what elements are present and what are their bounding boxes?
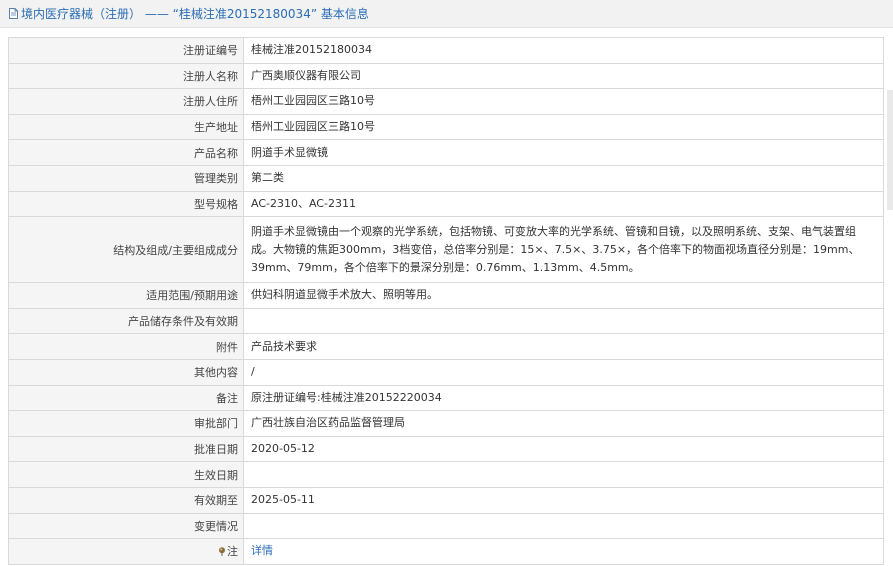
table-row: 管理类别 第二类: [8, 164, 884, 192]
table-row: 注册证编号 桂械注准20152180034: [8, 37, 884, 64]
row-value: 阴道手术显微镜: [243, 139, 884, 166]
row-label: 适用范围/预期用途: [8, 282, 244, 309]
row-label: 有效期至: [8, 486, 244, 514]
page-title: 境内医疗器械（注册） —— “桂械注准20152180034” 基本信息: [21, 7, 369, 21]
row-value: [243, 307, 884, 335]
row-label: 管理类别: [8, 164, 244, 192]
note-label-cell: 注: [8, 538, 244, 565]
row-value: [243, 461, 884, 488]
note-label: 注: [227, 545, 238, 559]
row-value: 阴道手术显微镜由一个观察的光学系统，包括物镜、可变放大率的光学系统、管镜和目镜，…: [243, 216, 884, 284]
row-value: 原注册证编号:桂械注准20152220034: [243, 384, 884, 412]
table-row: 注册人住所 梧州工业园园区三路10号: [8, 88, 884, 115]
row-label: 注册证编号: [8, 37, 244, 64]
table-row: 附件 产品技术要求: [8, 333, 884, 360]
table-row: 批准日期 2020-05-12: [8, 435, 884, 463]
row-label: 型号规格: [8, 190, 244, 218]
table-row: 其他内容 /: [8, 358, 884, 386]
table-row: 注册人名称 广西奥顺仪器有限公司: [8, 62, 884, 90]
row-value: AC-2310、AC-2311: [243, 190, 884, 218]
table-row: 结构及组成/主要组成成分 阴道手术显微镜由一个观察的光学系统，包括物镜、可变放大…: [8, 216, 884, 284]
note-value-cell: 详情: [243, 538, 884, 565]
table-row: 生产地址 梧州工业园园区三路10号: [8, 113, 884, 141]
table-row: 审批部门 广西壮族自治区药品监督管理局: [8, 410, 884, 437]
row-label: 批准日期: [8, 435, 244, 463]
row-label: 结构及组成/主要组成成分: [8, 216, 244, 284]
row-value: [243, 512, 884, 540]
table-row: 产品储存条件及有效期: [8, 307, 884, 335]
scrollbar[interactable]: [887, 90, 893, 210]
row-label: 变更情况: [8, 512, 244, 540]
document-icon: [9, 8, 18, 19]
table-row: 生效日期: [8, 461, 884, 488]
pin-icon: [219, 547, 225, 557]
row-label: 生产地址: [8, 113, 244, 141]
info-table-container: 注册证编号 桂械注准20152180034 注册人名称 广西奥顺仪器有限公司 注…: [8, 37, 884, 565]
row-label: 注册人名称: [8, 62, 244, 90]
info-table: 注册证编号 桂械注准20152180034 注册人名称 广西奥顺仪器有限公司 注…: [8, 37, 884, 565]
row-value: 梧州工业园园区三路10号: [243, 88, 884, 115]
row-label: 附件: [8, 333, 244, 360]
row-value: 广西奥顺仪器有限公司: [243, 62, 884, 90]
row-label: 备注: [8, 384, 244, 412]
row-label: 注册人住所: [8, 88, 244, 115]
table-row: 产品名称 阴道手术显微镜: [8, 139, 884, 166]
row-value: 梧州工业园园区三路10号: [243, 113, 884, 141]
table-row: 变更情况: [8, 512, 884, 540]
table-row: 型号规格 AC-2310、AC-2311: [8, 190, 884, 218]
page-header: 境内医疗器械（注册） —— “桂械注准20152180034” 基本信息: [0, 0, 893, 28]
row-label: 生效日期: [8, 461, 244, 488]
row-value: 2020-05-12: [243, 435, 884, 463]
row-value: /: [243, 358, 884, 386]
details-link[interactable]: 详情: [251, 544, 273, 557]
row-label: 审批部门: [8, 410, 244, 437]
row-value: 2025-05-11: [243, 486, 884, 514]
row-value: 桂械注准20152180034: [243, 37, 884, 64]
table-row: 注 详情: [8, 538, 884, 565]
table-row: 备注 原注册证编号:桂械注准20152220034: [8, 384, 884, 412]
row-value: 第二类: [243, 164, 884, 192]
table-row: 适用范围/预期用途 供妇科阴道显微手术放大、照明等用。: [8, 282, 884, 309]
row-value: 产品技术要求: [243, 333, 884, 360]
row-value: 广西壮族自治区药品监督管理局: [243, 410, 884, 437]
row-value: 供妇科阴道显微手术放大、照明等用。: [243, 282, 884, 309]
table-row: 有效期至 2025-05-11: [8, 486, 884, 514]
row-label: 产品名称: [8, 139, 244, 166]
row-label: 产品储存条件及有效期: [8, 307, 244, 335]
row-label: 其他内容: [8, 358, 244, 386]
